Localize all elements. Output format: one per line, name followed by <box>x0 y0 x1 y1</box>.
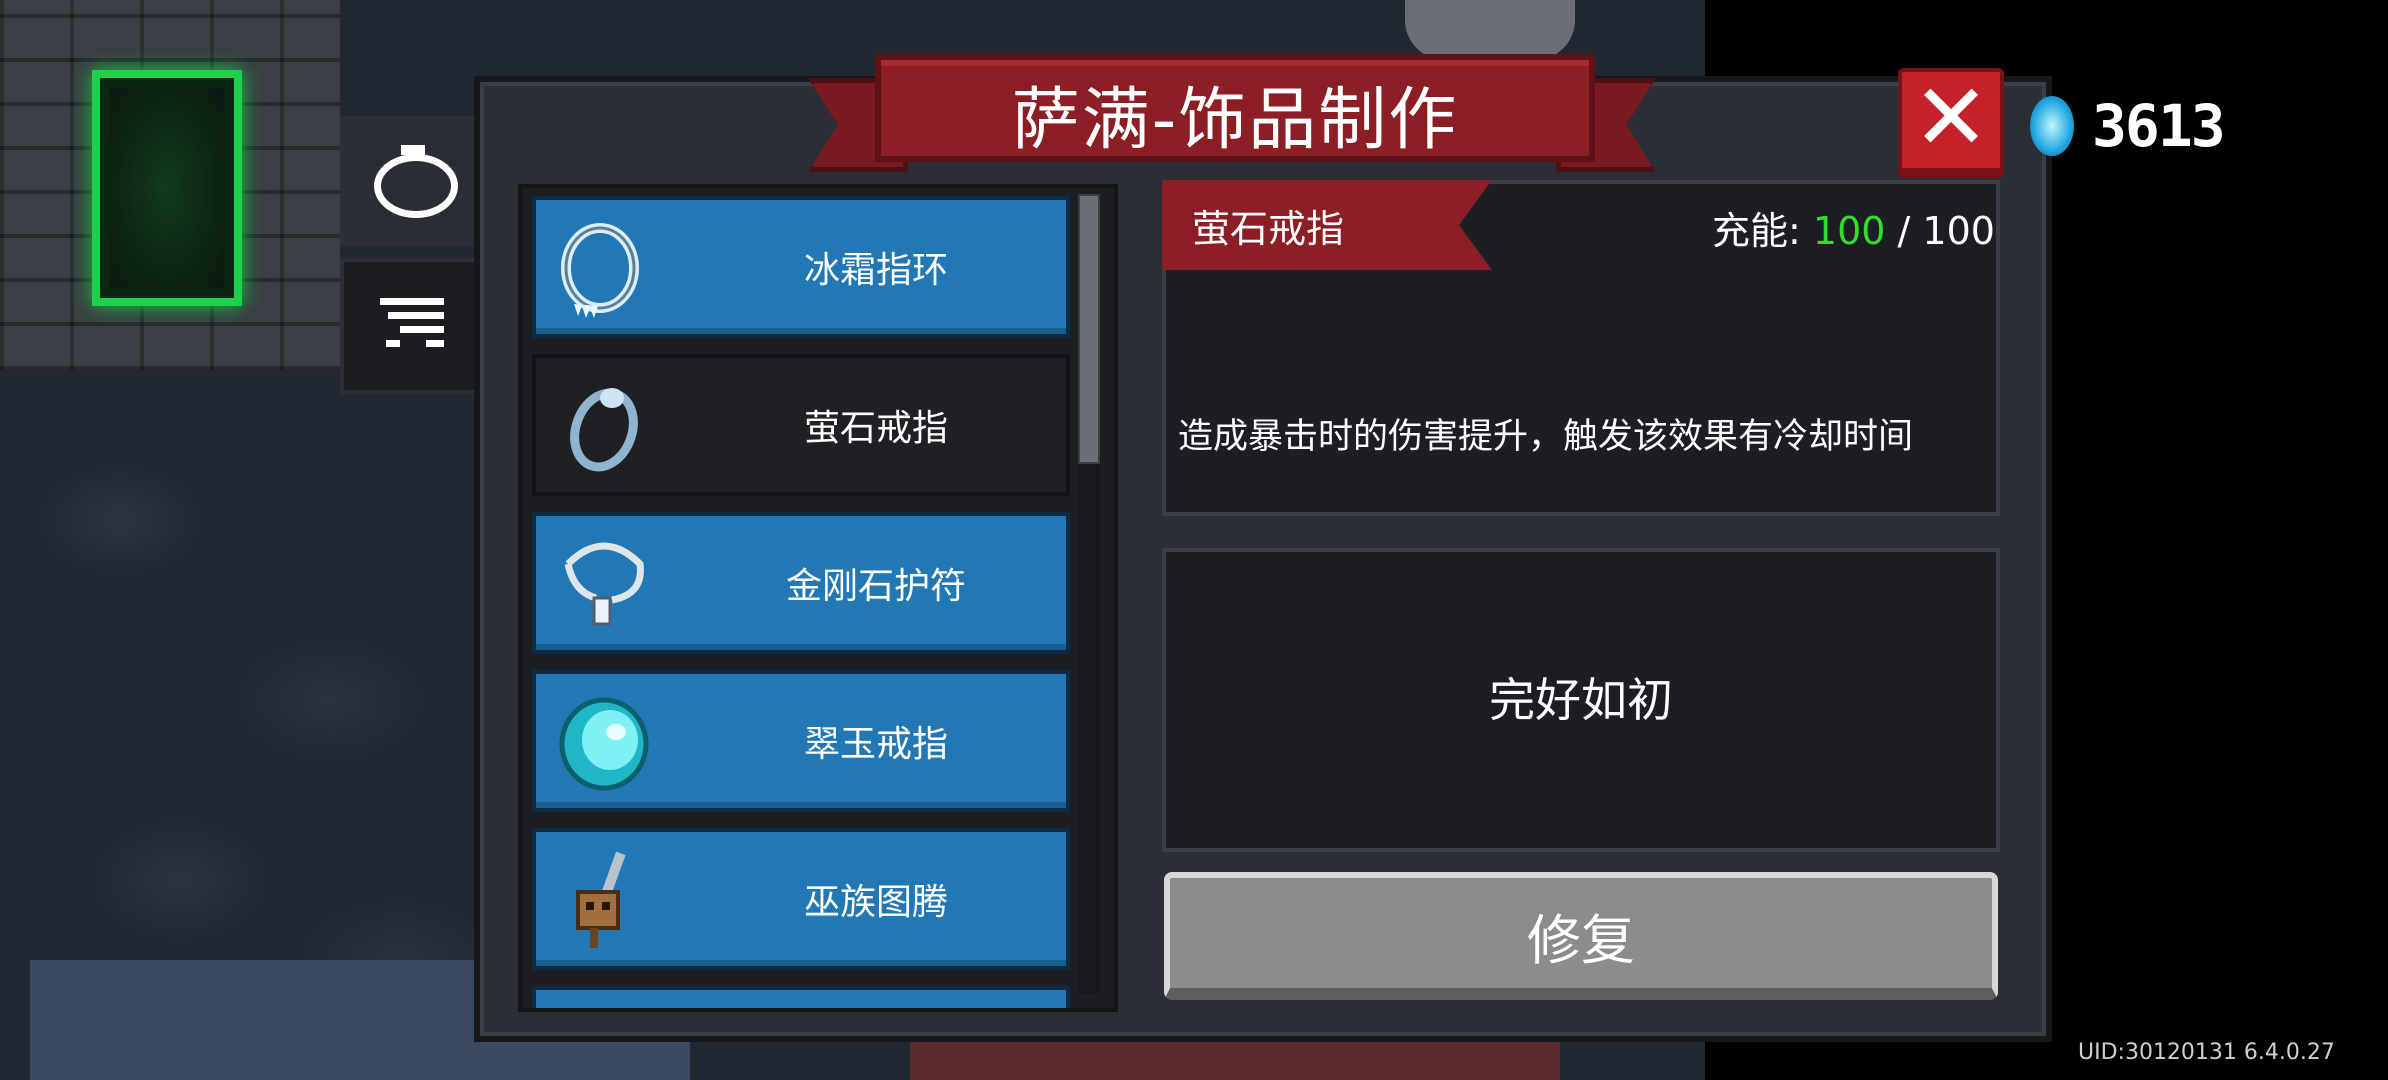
item-name: 萤石戒指 <box>1192 207 1345 251</box>
ring-icon <box>374 145 458 218</box>
repair-button[interactable]: 修复 <box>1164 872 1998 1000</box>
list-item-selected[interactable]: 萤石戒指 <box>532 354 1070 496</box>
list-scrollbar[interactable] <box>1078 194 1100 994</box>
list-item[interactable] <box>532 986 1070 1008</box>
item-list[interactable]: 冰霜指环 萤石戒指 金刚石护符 翠玉戒指 巫族图腾 <box>518 184 1118 1012</box>
diamond-amulet-icon <box>564 542 644 626</box>
filter-icon <box>380 298 444 354</box>
witch-totem-icon <box>576 851 626 948</box>
item-label: 萤石戒指 <box>803 408 948 449</box>
close-button[interactable]: ✕ <box>1898 64 2004 178</box>
item-description: 造成暴击时的伤害提升，触发该效果有冷却时间 <box>1178 417 1914 457</box>
tab-accessories[interactable] <box>340 116 482 246</box>
charge-max: / 100 <box>1897 209 1995 253</box>
list-item[interactable]: 冰霜指环 <box>532 196 1070 338</box>
charge-readout: 充能: 100 / 100 <box>1712 200 1995 255</box>
item-name-tag: 萤石戒指 <box>1162 180 1492 270</box>
gem-count: 3613 <box>2092 92 2226 160</box>
statue-decoration <box>1405 0 1575 60</box>
scroll-thumb[interactable] <box>1078 194 1100 464</box>
title-banner: 萨满-饰品制作 <box>875 54 1595 162</box>
blue-gem-icon <box>2030 96 2074 156</box>
close-icon: ✕ <box>1912 64 1990 171</box>
item-label: 巫族图腾 <box>803 882 948 923</box>
jade-ring-icon <box>559 697 649 791</box>
status-box: 完好如初 <box>1162 548 2000 852</box>
list-item[interactable]: 巫族图腾 <box>532 828 1070 970</box>
fluorite-ring-icon <box>570 388 638 472</box>
charge-label: 充能: <box>1712 209 1801 253</box>
item-label: 冰霜指环 <box>803 250 948 291</box>
item-label: 翠玉戒指 <box>803 724 948 765</box>
uid-version: UID:30120131 6.4.0.27 <box>2078 1040 2335 1065</box>
item-label: 金刚石护符 <box>785 566 966 607</box>
page-title: 萨满-饰品制作 <box>1011 81 1459 160</box>
repair-label: 修复 <box>1527 909 1635 972</box>
tab-filter[interactable] <box>340 258 482 394</box>
list-item[interactable]: 金刚石护符 <box>532 512 1070 654</box>
durability-status: 完好如初 <box>1489 673 1673 727</box>
frost-ring-icon <box>561 223 639 318</box>
green-portal <box>92 70 242 306</box>
charge-current: 100 <box>1812 209 1886 253</box>
list-item[interactable]: 翠玉戒指 <box>532 670 1070 812</box>
